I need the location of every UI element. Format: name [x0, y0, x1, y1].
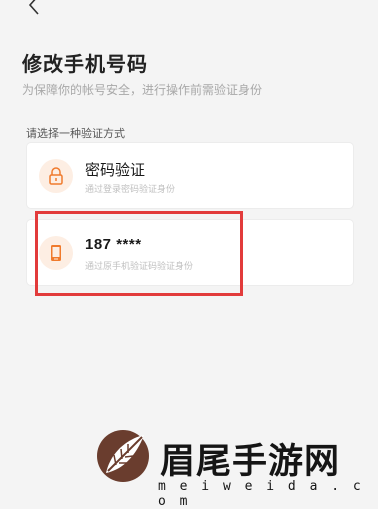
- back-button[interactable]: [24, 0, 46, 16]
- password-verify-option[interactable]: 密码验证 通过登录密码验证身份: [27, 143, 353, 208]
- page-title: 修改手机号码: [22, 54, 148, 76]
- highlight-annotation-box: [35, 211, 243, 296]
- section-label: 请选择一种验证方式: [26, 128, 125, 140]
- option-description: 通过登录密码验证身份: [85, 184, 176, 194]
- option-title: 密码验证: [85, 162, 146, 179]
- chevron-left-icon: [28, 0, 39, 15]
- watermark-brand: 眉尾手游网: [160, 441, 341, 482]
- page-subtitle: 为保障你的帐号安全，进行操作前需验证身份: [22, 83, 263, 97]
- watermark-url: m e i w e i d a . c o m: [158, 479, 364, 509]
- lock-icon: [39, 159, 73, 193]
- watermark: 眉尾手游网 m e i w e i d a . c o m: [92, 423, 372, 509]
- leaf-logo-icon: [97, 430, 149, 482]
